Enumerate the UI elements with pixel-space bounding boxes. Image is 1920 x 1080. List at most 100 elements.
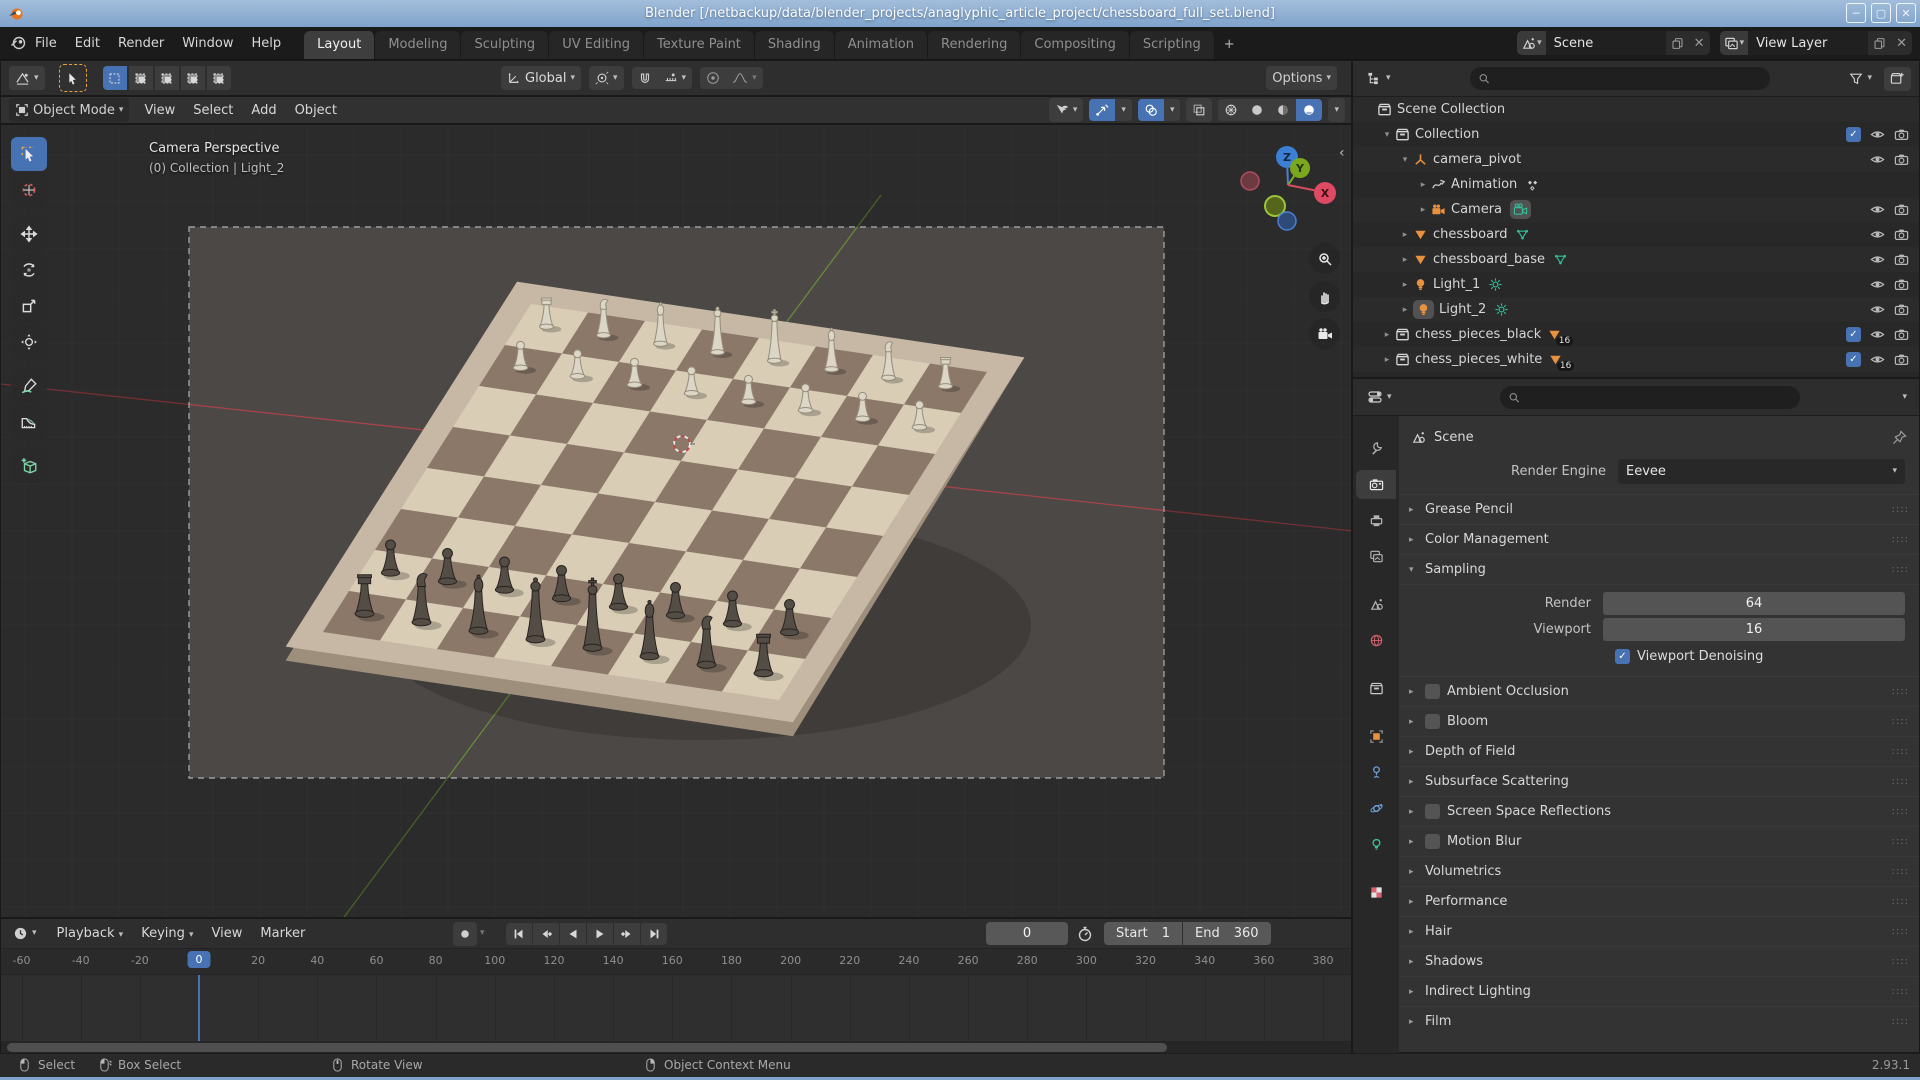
- hide-viewport-toggle[interactable]: [1870, 127, 1885, 142]
- outliner-row-camera[interactable]: ▸Camera: [1353, 197, 1919, 222]
- select-mode-extend[interactable]: [129, 66, 153, 90]
- properties-search[interactable]: [1500, 386, 1800, 409]
- navigation-gizmo[interactable]: ZYX: [1233, 131, 1343, 241]
- expand-open-icon[interactable]: ▾: [1379, 130, 1395, 140]
- view-layer-name[interactable]: View Layer: [1748, 31, 1868, 55]
- properties-tab-collection[interactable]: [1356, 674, 1396, 703]
- panel-sampling[interactable]: ▾ Sampling ::::: [1399, 554, 1919, 584]
- panel-enable-checkbox[interactable]: [1425, 834, 1440, 849]
- render-engine-dropdown[interactable]: Eevee▾: [1618, 459, 1905, 484]
- workspace-tab-uv-editing[interactable]: UV Editing: [549, 31, 644, 59]
- panel-motion-blur[interactable]: ▸ Motion Blur ::::: [1399, 826, 1919, 856]
- properties-tab-physics[interactable]: [1356, 794, 1396, 823]
- expand-closed-icon[interactable]: ▸: [1397, 255, 1413, 265]
- hide-viewport-toggle[interactable]: [1870, 277, 1885, 292]
- workspace-tab-animation[interactable]: Animation: [835, 31, 928, 59]
- tool-rotate[interactable]: [11, 253, 47, 287]
- disable-render-toggle[interactable]: [1894, 252, 1909, 267]
- panel-subsurface-scattering[interactable]: ▸ Subsurface Scattering ::::: [1399, 766, 1919, 796]
- properties-options-dropdown[interactable]: ▾: [1902, 393, 1907, 402]
- outliner-row-label[interactable]: chess_pieces_white: [1415, 352, 1542, 367]
- frame-end-field[interactable]: End360: [1183, 922, 1271, 945]
- jump-to-end-button[interactable]: [641, 923, 667, 945]
- blender-menu-icon[interactable]: [10, 35, 26, 51]
- scrollbar-thumb[interactable]: [7, 1043, 1167, 1052]
- disable-render-toggle[interactable]: [1894, 302, 1909, 317]
- viewport-scene-canvas[interactable]: [1, 125, 1352, 918]
- close-button[interactable]: ✕: [1896, 3, 1916, 23]
- collection-checkbox[interactable]: ✓: [1846, 127, 1861, 142]
- active-tool-select-box[interactable]: [59, 64, 87, 92]
- disable-render-toggle[interactable]: [1894, 202, 1909, 217]
- frame-start-field[interactable]: Start1: [1104, 922, 1182, 945]
- outliner-row-chess_pieces_white[interactable]: ▸chess_pieces_white16 ✓: [1353, 347, 1919, 372]
- sampling-viewport-value[interactable]: 16: [1603, 618, 1905, 641]
- outliner-row-chess_pieces_black[interactable]: ▸chess_pieces_black16 ✓: [1353, 322, 1919, 347]
- expand-closed-icon[interactable]: ▸: [1415, 180, 1431, 190]
- maximize-button[interactable]: ▢: [1871, 3, 1891, 23]
- play-button[interactable]: [587, 923, 613, 945]
- disable-render-toggle[interactable]: [1894, 127, 1909, 142]
- viewport-denoising-checkbox[interactable]: ✓: [1615, 649, 1630, 664]
- minimize-button[interactable]: ─: [1846, 3, 1866, 23]
- properties-tab-scene[interactable]: [1356, 590, 1396, 619]
- panel-bloom[interactable]: ▸ Bloom ::::: [1399, 706, 1919, 736]
- disable-render-toggle[interactable]: [1894, 277, 1909, 292]
- shading-wireframe-button[interactable]: [1218, 99, 1244, 121]
- hide-viewport-toggle[interactable]: [1870, 327, 1885, 342]
- outliner-row-chessboard_base[interactable]: ▸chessboard_base: [1353, 247, 1919, 272]
- outliner-row-chessboard[interactable]: ▸chessboard: [1353, 222, 1919, 247]
- properties-tab-object[interactable]: [1356, 722, 1396, 751]
- pin-icon[interactable]: [1892, 430, 1907, 445]
- overlays-settings-dropdown[interactable]: ▾: [1164, 99, 1181, 121]
- hide-viewport-toggle[interactable]: [1870, 202, 1885, 217]
- play-reverse-button[interactable]: [560, 923, 586, 945]
- panel-ambient-occlusion[interactable]: ▸ Ambient Occlusion ::::: [1399, 676, 1919, 706]
- outliner-row-label[interactable]: chess_pieces_black: [1415, 327, 1541, 342]
- current-frame-field[interactable]: 0: [986, 922, 1068, 945]
- menu-render[interactable]: Render: [109, 32, 173, 55]
- jump-to-start-button[interactable]: [506, 923, 532, 945]
- snap-toggle[interactable]: [632, 67, 658, 89]
- panel-depth-of-field[interactable]: ▸ Depth of Field ::::: [1399, 736, 1919, 766]
- hide-viewport-toggle[interactable]: [1870, 252, 1885, 267]
- expand-closed-icon[interactable]: ▸: [1397, 230, 1413, 240]
- hide-viewport-toggle[interactable]: [1870, 152, 1885, 167]
- viewport-3d[interactable]: Camera Perspective (0) Collection | Ligh…: [0, 124, 1352, 918]
- timeline-menu-keying[interactable]: Keying ▾: [133, 923, 201, 944]
- hide-viewport-toggle[interactable]: [1870, 352, 1885, 367]
- properties-tab-view-layer[interactable]: [1356, 542, 1396, 571]
- shading-material-button[interactable]: [1270, 99, 1296, 121]
- outliner-row-label[interactable]: camera_pivot: [1433, 152, 1521, 167]
- workspace-tab-layout[interactable]: Layout: [304, 31, 375, 59]
- workspace-tab-modeling[interactable]: Modeling: [375, 31, 461, 59]
- expand-closed-icon[interactable]: ▸: [1379, 355, 1395, 365]
- zoom-button[interactable]: [1309, 243, 1340, 274]
- outliner-row-label[interactable]: Scene Collection: [1397, 102, 1505, 117]
- panel-screen-space-reflections[interactable]: ▸ Screen Space Reflections ::::: [1399, 796, 1919, 826]
- properties-search-input[interactable]: [1526, 389, 1792, 405]
- expand-closed-icon[interactable]: ▸: [1397, 305, 1413, 315]
- scene-name[interactable]: Scene: [1546, 31, 1666, 55]
- copy-icon[interactable]: [1868, 31, 1891, 55]
- jump-prev-keyframe-button[interactable]: [533, 923, 559, 945]
- outliner-search[interactable]: [1470, 67, 1770, 90]
- panel-hair[interactable]: ▸ Hair ::::: [1399, 916, 1919, 946]
- snap-settings-dropdown[interactable]: ▾: [658, 67, 693, 89]
- unlink-icon[interactable]: ✕: [1689, 31, 1710, 55]
- timeline-menu-view[interactable]: View: [204, 923, 251, 944]
- outliner-row-scene-collection[interactable]: Scene Collection: [1353, 97, 1919, 122]
- panel-enable-checkbox[interactable]: [1425, 684, 1440, 699]
- properties-editor-icon[interactable]: ▾: [1361, 385, 1398, 409]
- properties-tab-tool[interactable]: [1356, 434, 1396, 463]
- outliner-row-label[interactable]: Camera: [1451, 202, 1502, 217]
- outliner-row-label[interactable]: Collection: [1415, 127, 1479, 142]
- tool-annotate[interactable]: [11, 369, 47, 403]
- workspace-tab-sculpting[interactable]: Sculpting: [461, 31, 549, 59]
- workspace-tab-rendering[interactable]: Rendering: [928, 31, 1021, 59]
- titlebar[interactable]: Blender [/netbackup/data/blender_project…: [0, 0, 1920, 27]
- expand-open-icon[interactable]: ▾: [1397, 155, 1413, 165]
- auto-keying-toggle[interactable]: [453, 922, 477, 946]
- outliner-row-label[interactable]: Animation: [1451, 177, 1517, 192]
- outliner-display-mode-dropdown[interactable]: ▾: [1361, 67, 1397, 91]
